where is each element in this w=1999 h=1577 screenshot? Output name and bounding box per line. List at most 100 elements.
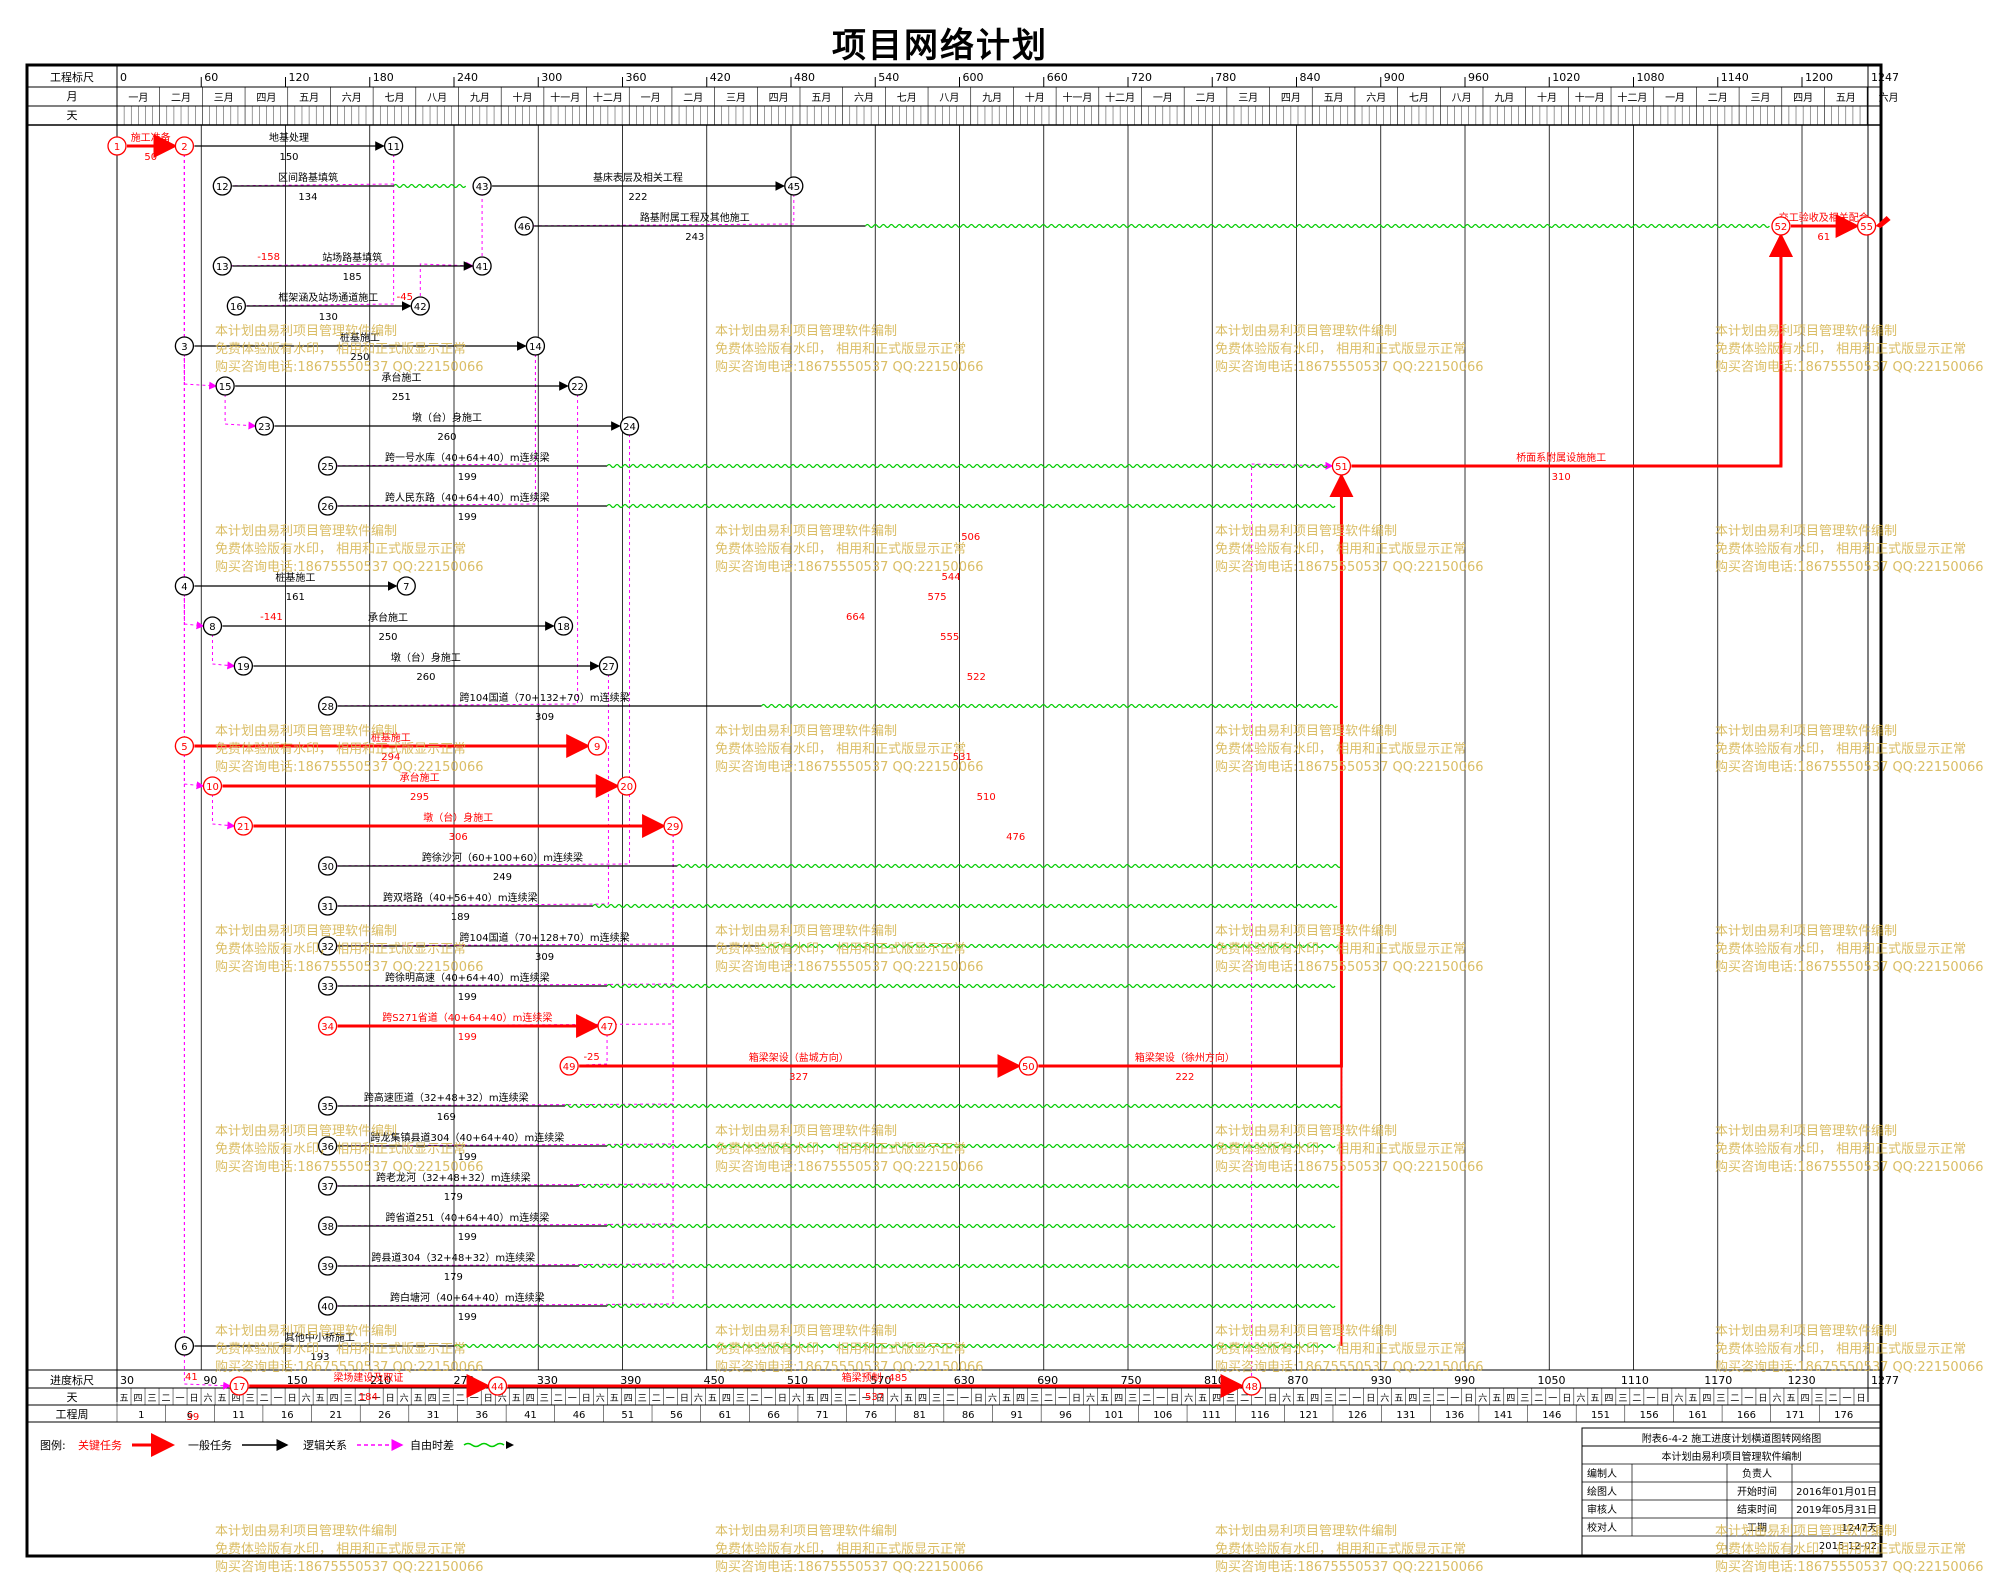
month-cell: 一月 bbox=[1153, 92, 1173, 104]
weekday-cell: 一 bbox=[1254, 1394, 1263, 1404]
free-float bbox=[578, 1183, 1340, 1189]
watermark-text: 购买咨询电话:18675550537 QQ:22150066 bbox=[1215, 759, 1484, 775]
watermark-text: 购买咨询电话:18675550537 QQ:22150066 bbox=[1215, 1559, 1484, 1575]
watermark-text: 本计划由易利项目管理软件编制 bbox=[1215, 524, 1397, 539]
weekday-cell: 三 bbox=[1422, 1394, 1431, 1404]
weekday-cell: 一 bbox=[666, 1394, 675, 1404]
week-number: 106 bbox=[1153, 1410, 1172, 1421]
weekday-cell: 五 bbox=[610, 1394, 619, 1404]
weekday-cell: 五 bbox=[1492, 1394, 1501, 1404]
month-cell: 一月 bbox=[1665, 92, 1685, 104]
task-duration: 130 bbox=[319, 312, 338, 323]
watermark-text: 购买咨询电话:18675550537 QQ:22150066 bbox=[1715, 559, 1984, 575]
month-cell: 八月 bbox=[1452, 92, 1472, 104]
logic-link bbox=[211, 634, 236, 670]
event-node-label: 1 bbox=[114, 142, 120, 153]
event-node-label: 45 bbox=[787, 182, 800, 193]
scale-tick: 300 bbox=[541, 71, 562, 84]
watermark-text: 本计划由易利项目管理软件编制 bbox=[715, 1524, 897, 1539]
month-cell: 四月 bbox=[256, 92, 276, 104]
week-number: 66 bbox=[767, 1410, 780, 1421]
scale-tick: 480 bbox=[794, 71, 815, 84]
watermark-text: 本计划由易利项目管理软件编制 bbox=[1715, 724, 1897, 739]
watermark-text: 购买咨询电话:18675550537 QQ:22150066 bbox=[215, 1159, 484, 1175]
month-cell: 二月 bbox=[1708, 92, 1728, 104]
weekday-cell: 四 bbox=[1800, 1394, 1809, 1404]
weekday-cell: 二 bbox=[1338, 1394, 1347, 1404]
scale-tick: 1247 bbox=[1871, 71, 1899, 84]
weekday-cell: 二 bbox=[946, 1394, 955, 1404]
event-node-label: 47 bbox=[601, 1022, 614, 1033]
watermark-text: 购买咨询电话:18675550537 QQ:22150066 bbox=[715, 1159, 984, 1175]
event-node-label: 14 bbox=[529, 342, 542, 353]
weekday-cell: 四 bbox=[1506, 1394, 1515, 1404]
month-cell: 一月 bbox=[128, 92, 148, 104]
weekday-cell: 四 bbox=[1114, 1394, 1123, 1404]
task-duration: 222 bbox=[1175, 1072, 1194, 1083]
weekday-cell: 二 bbox=[456, 1394, 465, 1404]
progress-tick: 1170 bbox=[1704, 1374, 1732, 1387]
watermark-text: 免费体验版有水印， 相用和正式版显示正常 bbox=[1715, 1341, 1966, 1357]
weekday-cell: 六 bbox=[1478, 1392, 1487, 1404]
task-duration: 199 bbox=[458, 1312, 477, 1323]
watermark-text: 本计划由易利项目管理软件编制 bbox=[715, 724, 897, 739]
network-diagram: 工程标尺月天0 60 120 180 240 300 360 420 480 540 600 660 7… bbox=[25, 63, 1984, 1575]
watermark-text: 本计划由易利项目管理软件编制 bbox=[215, 1324, 397, 1339]
weekday-cell: 四 bbox=[330, 1394, 339, 1404]
watermark-text: 免费体验版有水印， 相用和正式版显示正常 bbox=[715, 941, 966, 957]
watermark-text: 购买咨询电话:18675550537 QQ:22150066 bbox=[715, 359, 984, 375]
week-number: 151 bbox=[1591, 1410, 1610, 1421]
week-number: 1 bbox=[138, 1410, 144, 1421]
free-float bbox=[606, 1223, 1336, 1229]
logic-link bbox=[174, 154, 185, 349]
float-annotation: 522 bbox=[967, 672, 986, 683]
weekday-cell: 二 bbox=[750, 1394, 759, 1404]
weekday-cell: 二 bbox=[1534, 1394, 1543, 1404]
task-duration: 260 bbox=[437, 432, 456, 443]
event-node-label: 43 bbox=[476, 182, 489, 193]
weekday-cell: 三 bbox=[1128, 1394, 1137, 1404]
task-name: 框架涵及站场通道施工 bbox=[278, 291, 378, 304]
task-duration: 199 bbox=[458, 1032, 477, 1043]
month-cell: 十月 bbox=[1537, 91, 1557, 104]
task-duration: 537 bbox=[865, 1392, 884, 1403]
task-duration: 185 bbox=[343, 272, 362, 283]
event-node-label: 31 bbox=[321, 902, 334, 913]
month-cell: 十二月 bbox=[1617, 91, 1647, 104]
progress-tick: 930 bbox=[1371, 1374, 1392, 1387]
weekday-cell: 日 bbox=[974, 1393, 983, 1404]
weekday-cell: 日 bbox=[582, 1393, 591, 1404]
task-duration: 189 bbox=[451, 912, 470, 923]
weekday-cell: 四 bbox=[1016, 1394, 1025, 1404]
weekday-cell: 二 bbox=[848, 1394, 857, 1404]
progress-tick: 1230 bbox=[1788, 1374, 1816, 1387]
event-node-label: 52 bbox=[1775, 222, 1788, 233]
task-duration: 309 bbox=[535, 712, 554, 723]
task-name: 跨白塘河（40+64+40）m连续梁 bbox=[390, 1291, 545, 1304]
task-duration: 199 bbox=[458, 472, 477, 483]
month-cell: 二月 bbox=[1196, 92, 1216, 104]
free-float bbox=[676, 863, 1342, 869]
watermark-text: 免费体验版有水印， 相用和正式版显示正常 bbox=[1715, 541, 1966, 557]
weekday-cell: 六 bbox=[400, 1392, 409, 1404]
event-node-label: 3 bbox=[181, 342, 187, 353]
watermark-text: 购买咨询电话:18675550537 QQ:22150066 bbox=[1715, 959, 1984, 975]
watermark-text: 购买咨询电话:18675550537 QQ:22150066 bbox=[1215, 959, 1484, 975]
weekday-cell: 三 bbox=[442, 1394, 451, 1404]
weekday-cell: 四 bbox=[1604, 1394, 1613, 1404]
weekday-cell: 五 bbox=[904, 1394, 913, 1404]
weekday-cell: 一 bbox=[470, 1394, 479, 1404]
weekday-cell: 日 bbox=[1660, 1393, 1669, 1404]
weekday-cell: 三 bbox=[246, 1394, 255, 1404]
event-node-label: 55 bbox=[1860, 222, 1873, 233]
logic-link bbox=[212, 154, 395, 270]
month-cell: 一月 bbox=[641, 92, 661, 104]
month-cell: 十月 bbox=[1025, 91, 1045, 104]
week-number: 11 bbox=[232, 1410, 245, 1421]
weekday-cell: 三 bbox=[1226, 1394, 1235, 1404]
progress-tick: 870 bbox=[1287, 1374, 1308, 1387]
weekday-cell: 四 bbox=[918, 1394, 927, 1404]
weekday-cell: 三 bbox=[638, 1394, 647, 1404]
float-annotation: 39 bbox=[186, 1412, 199, 1423]
event-node-label: 25 bbox=[321, 462, 334, 473]
